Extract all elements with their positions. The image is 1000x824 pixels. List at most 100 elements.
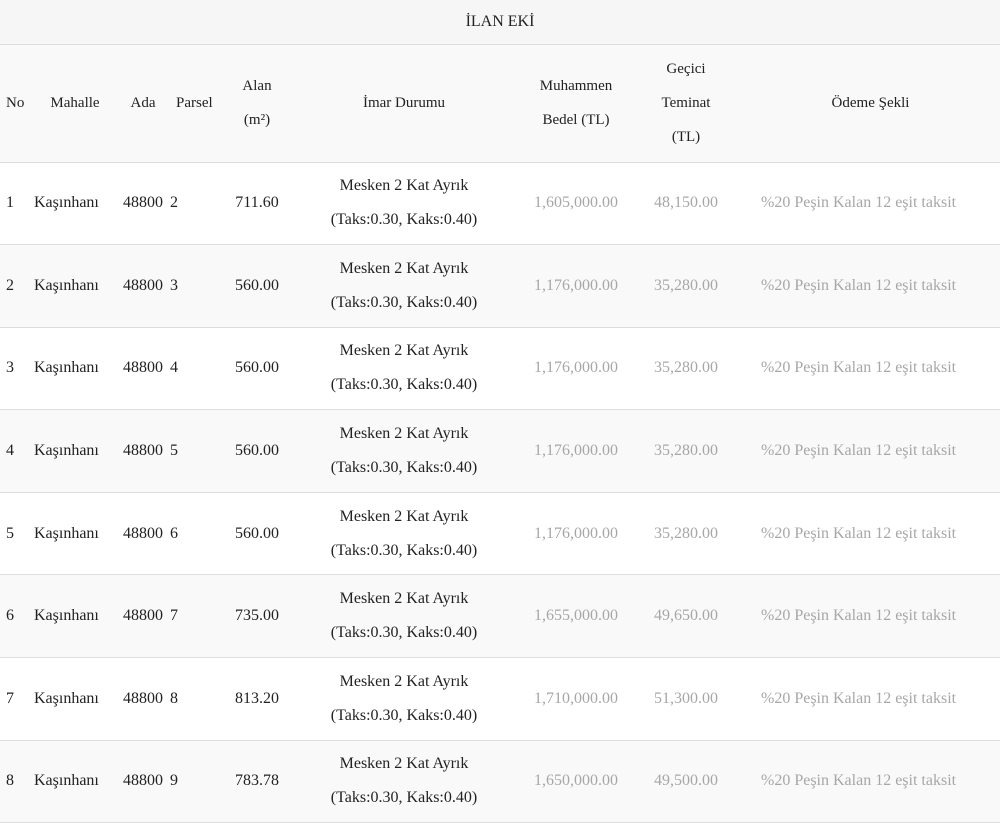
header-row: No Mahalle Ada Parsel Alan (m²) İmar Dur… bbox=[0, 45, 1000, 163]
cell-imar: Mesken 2 Kat Ayrık (Taks:0.30, Kaks:0.40… bbox=[287, 740, 521, 823]
table-title: İLAN EKİ bbox=[0, 0, 1000, 45]
cell-parsel: 7 bbox=[170, 607, 178, 625]
cell-imar: Mesken 2 Kat Ayrık (Taks:0.30, Kaks:0.40… bbox=[287, 658, 521, 741]
cell-imar-line2: (Taks:0.30, Kaks:0.40) bbox=[330, 706, 478, 724]
cell-ada: 48800 bbox=[123, 772, 163, 790]
cell-alan: 711.60 bbox=[235, 194, 279, 212]
cell-teminat: 49,650.00 bbox=[654, 607, 718, 625]
col-header-alan-line1: Alan bbox=[242, 78, 272, 95]
col-header-mahalle: Mahalle bbox=[34, 45, 116, 163]
cell-mahalle: Kaşınhanı bbox=[34, 442, 99, 460]
table-row: 8 Kaşınhanı 48800 9 783.78 Mesken 2 Kat … bbox=[0, 740, 1000, 823]
col-header-no: No bbox=[0, 45, 34, 163]
cell-imar-line1: Mesken 2 Kat Ayrık bbox=[339, 590, 469, 608]
cell-bedel: 1,655,000.00 bbox=[534, 607, 618, 625]
table-row: 7 Kaşınhanı 48800 8 813.20 Mesken 2 Kat … bbox=[0, 657, 1000, 741]
table-row: 4 Kaşınhanı 48800 5 560.00 Mesken 2 Kat … bbox=[0, 409, 1000, 493]
cell-teminat: 35,280.00 bbox=[654, 359, 718, 377]
cell-teminat: 35,280.00 bbox=[654, 276, 718, 294]
table-row: 6 Kaşınhanı 48800 7 735.00 Mesken 2 Kat … bbox=[0, 574, 1000, 658]
col-header-alan: Alan (m²) bbox=[227, 45, 287, 163]
cell-alan: 560.00 bbox=[235, 359, 279, 377]
cell-imar: Mesken 2 Kat Ayrık (Taks:0.30, Kaks:0.40… bbox=[287, 327, 521, 410]
cell-mahalle: Kaşınhanı bbox=[34, 607, 99, 625]
cell-mahalle: Kaşınhanı bbox=[34, 524, 99, 542]
cell-ada: 48800 bbox=[123, 442, 163, 460]
cell-ada: 48800 bbox=[123, 524, 163, 542]
table-row: 3 Kaşınhanı 48800 4 560.00 Mesken 2 Kat … bbox=[0, 327, 1000, 410]
cell-imar-line2: (Taks:0.30, Kaks:0.40) bbox=[330, 293, 478, 311]
cell-mahalle: Kaşınhanı bbox=[34, 194, 99, 212]
cell-ada: 48800 bbox=[123, 194, 163, 212]
listing-table: No Mahalle Ada Parsel Alan (m²) İmar Dur… bbox=[0, 45, 1000, 823]
cell-parsel: 6 bbox=[170, 524, 178, 542]
cell-teminat: 49,500.00 bbox=[654, 772, 718, 790]
cell-no: 8 bbox=[6, 772, 14, 790]
cell-imar-line2: (Taks:0.30, Kaks:0.40) bbox=[330, 541, 478, 559]
col-header-muhammen-line1: Muhammen bbox=[539, 78, 613, 95]
cell-imar-line2: (Taks:0.30, Kaks:0.40) bbox=[330, 211, 478, 229]
cell-imar-line1: Mesken 2 Kat Ayrık bbox=[339, 259, 469, 277]
col-header-teminat-line3: (TL) bbox=[671, 129, 701, 146]
col-header-muhammen: Muhammen Bedel (TL) bbox=[521, 45, 631, 163]
cell-teminat: 51,300.00 bbox=[654, 689, 718, 707]
cell-parsel: 2 bbox=[170, 194, 178, 212]
cell-imar-line1: Mesken 2 Kat Ayrık bbox=[339, 507, 469, 525]
col-header-imar: İmar Durumu bbox=[287, 45, 521, 163]
cell-parsel: 3 bbox=[170, 276, 178, 294]
cell-teminat: 48,150.00 bbox=[654, 194, 718, 212]
cell-odeme: %20 Peşin Kalan 12 eşit taksit bbox=[761, 359, 957, 377]
cell-no: 7 bbox=[6, 689, 14, 707]
cell-teminat: 35,280.00 bbox=[654, 442, 718, 460]
col-header-ada: Ada bbox=[116, 45, 170, 163]
cell-alan: 813.20 bbox=[235, 689, 279, 707]
cell-ada: 48800 bbox=[123, 276, 163, 294]
cell-ada: 48800 bbox=[123, 359, 163, 377]
col-header-parsel: Parsel bbox=[170, 45, 227, 163]
cell-alan: 783.78 bbox=[235, 772, 279, 790]
cell-odeme: %20 Peşin Kalan 12 eşit taksit bbox=[761, 276, 957, 294]
cell-bedel: 1,176,000.00 bbox=[534, 442, 618, 460]
cell-imar-line1: Mesken 2 Kat Ayrık bbox=[339, 342, 469, 360]
cell-alan: 735.00 bbox=[235, 607, 279, 625]
cell-alan: 560.00 bbox=[235, 276, 279, 294]
cell-mahalle: Kaşınhanı bbox=[34, 359, 99, 377]
cell-odeme: %20 Peşin Kalan 12 eşit taksit bbox=[761, 772, 957, 790]
cell-bedel: 1,605,000.00 bbox=[534, 194, 618, 212]
cell-alan: 560.00 bbox=[235, 524, 279, 542]
cell-imar-line1: Mesken 2 Kat Ayrık bbox=[339, 672, 469, 690]
cell-no: 3 bbox=[6, 359, 14, 377]
cell-imar: Mesken 2 Kat Ayrık (Taks:0.30, Kaks:0.40… bbox=[287, 410, 521, 493]
cell-bedel: 1,710,000.00 bbox=[534, 689, 618, 707]
cell-odeme: %20 Peşin Kalan 12 eşit taksit bbox=[761, 689, 957, 707]
cell-teminat: 35,280.00 bbox=[654, 524, 718, 542]
col-header-teminat-line2: Teminat bbox=[661, 95, 711, 112]
cell-no: 4 bbox=[6, 442, 14, 460]
cell-parsel: 9 bbox=[170, 772, 178, 790]
table-row: 5 Kaşınhanı 48800 6 560.00 Mesken 2 Kat … bbox=[0, 492, 1000, 575]
cell-mahalle: Kaşınhanı bbox=[34, 689, 99, 707]
cell-imar-line1: Mesken 2 Kat Ayrık bbox=[339, 755, 469, 773]
cell-bedel: 1,176,000.00 bbox=[534, 359, 618, 377]
col-header-muhammen-line2: Bedel (TL) bbox=[542, 112, 610, 129]
cell-no: 5 bbox=[6, 524, 14, 542]
cell-mahalle: Kaşınhanı bbox=[34, 276, 99, 294]
cell-bedel: 1,650,000.00 bbox=[534, 772, 618, 790]
cell-no: 6 bbox=[6, 607, 14, 625]
col-header-alan-line2: (m²) bbox=[243, 112, 271, 129]
cell-imar-line2: (Taks:0.30, Kaks:0.40) bbox=[330, 789, 478, 807]
cell-ada: 48800 bbox=[123, 689, 163, 707]
cell-imar-line1: Mesken 2 Kat Ayrık bbox=[339, 425, 469, 443]
col-header-teminat: Geçici Teminat (TL) bbox=[631, 45, 741, 163]
cell-imar-line2: (Taks:0.30, Kaks:0.40) bbox=[330, 624, 478, 642]
cell-ada: 48800 bbox=[123, 607, 163, 625]
cell-odeme: %20 Peşin Kalan 12 eşit taksit bbox=[761, 442, 957, 460]
cell-bedel: 1,176,000.00 bbox=[534, 276, 618, 294]
cell-parsel: 4 bbox=[170, 359, 178, 377]
cell-alan: 560.00 bbox=[235, 442, 279, 460]
cell-no: 1 bbox=[6, 194, 14, 212]
cell-imar: Mesken 2 Kat Ayrık (Taks:0.30, Kaks:0.40… bbox=[287, 575, 521, 658]
cell-imar-line2: (Taks:0.30, Kaks:0.40) bbox=[330, 376, 478, 394]
cell-parsel: 5 bbox=[170, 442, 178, 460]
cell-no: 2 bbox=[6, 276, 14, 294]
